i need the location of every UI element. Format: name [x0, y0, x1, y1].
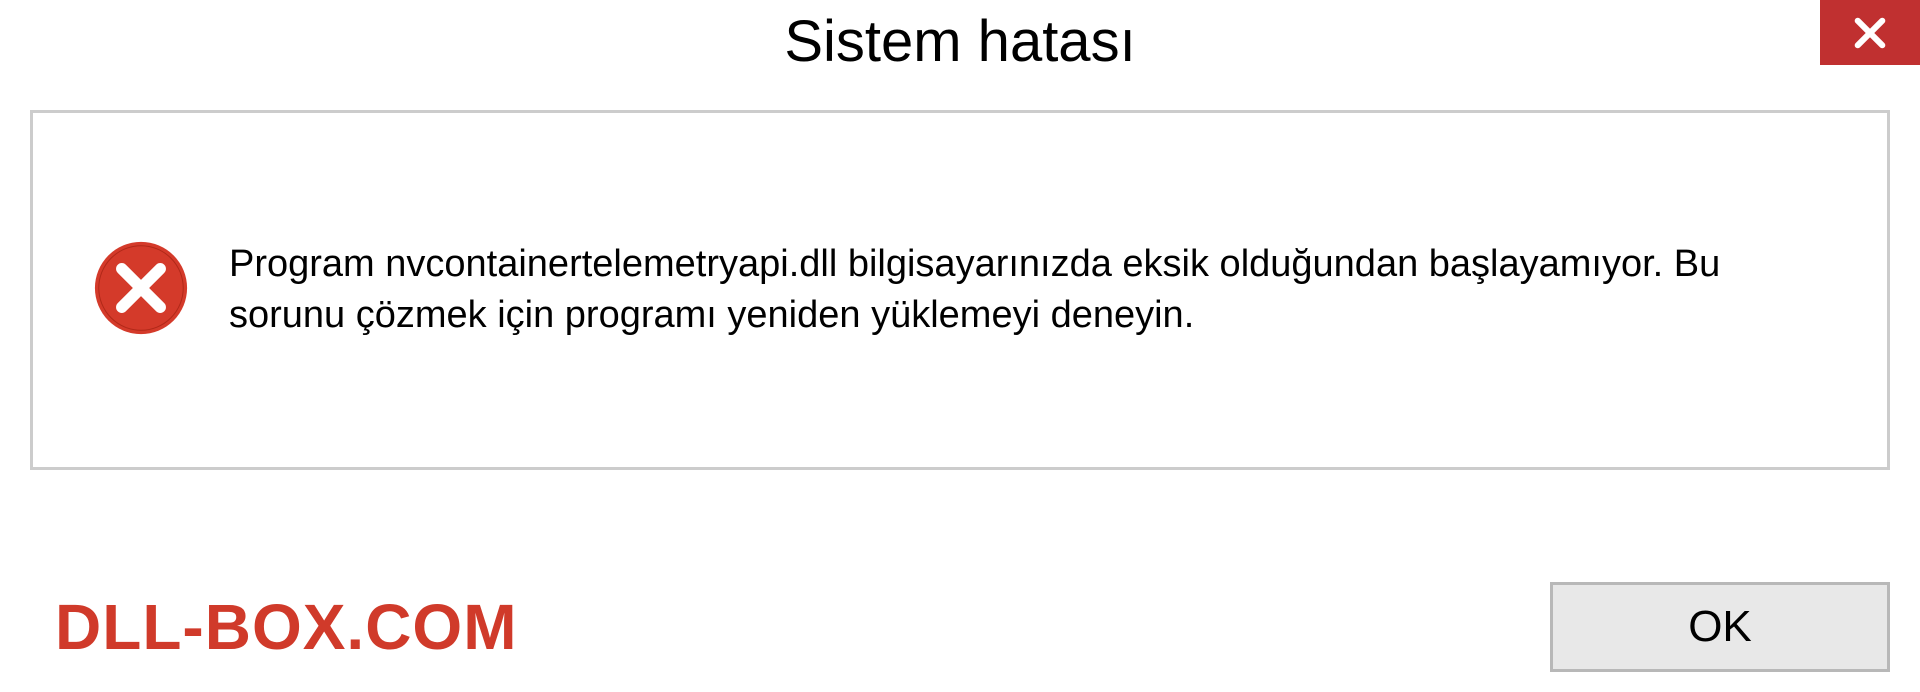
error-icon-wrapper — [93, 240, 189, 341]
dialog-title: Sistem hatası — [784, 8, 1135, 75]
close-icon — [1849, 12, 1891, 54]
error-message: Program nvcontainertelemetryapi.dll bilg… — [229, 239, 1827, 342]
ok-button-label: OK — [1688, 602, 1752, 652]
ok-button[interactable]: OK — [1550, 582, 1890, 672]
close-button[interactable] — [1820, 0, 1920, 65]
dialog-content: Program nvcontainertelemetryapi.dll bilg… — [30, 110, 1890, 470]
watermark-text: DLL-BOX.COM — [55, 590, 518, 664]
title-bar: Sistem hatası — [0, 0, 1920, 90]
error-icon — [93, 240, 189, 336]
dialog-footer: DLL-BOX.COM OK — [0, 582, 1920, 672]
